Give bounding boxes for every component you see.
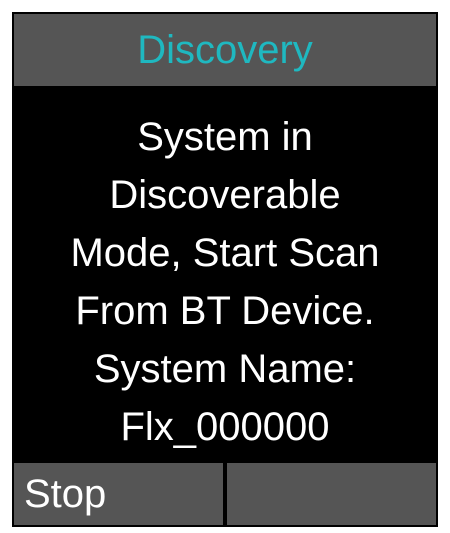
message-line: Flx_000000 (120, 405, 330, 449)
stop-softkey-label: Stop (24, 472, 107, 516)
softkey-bar: Stop (14, 463, 436, 525)
page-title: Discovery (137, 28, 313, 72)
device-screen: Discovery System in Discoverable Mode, S… (12, 12, 438, 527)
stop-softkey-button[interactable]: Stop (14, 463, 223, 525)
right-softkey-button[interactable] (227, 463, 436, 525)
message-line: System in (137, 115, 313, 159)
message-line: Mode, Start Scan (70, 231, 380, 275)
message-line: From BT Device. (75, 289, 375, 333)
message-line: System Name: (93, 347, 357, 391)
message-line: Discoverable (109, 173, 341, 217)
title-bar: Discovery (14, 14, 436, 86)
message-area: System in Discoverable Mode, Start Scan … (14, 86, 436, 465)
